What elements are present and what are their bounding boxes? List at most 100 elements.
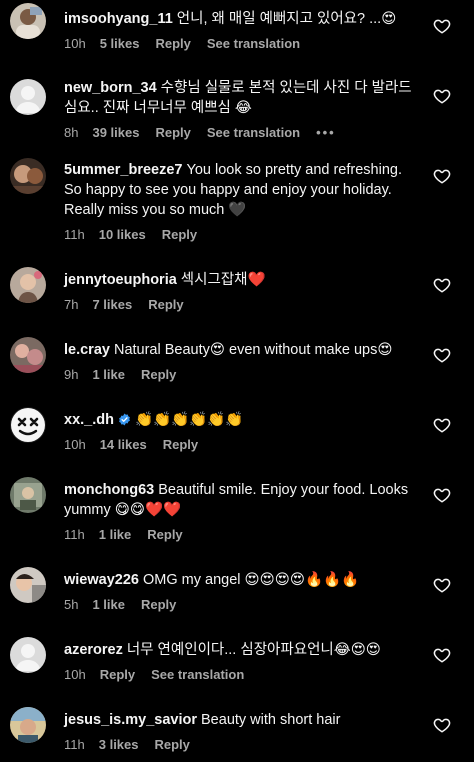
comment-emoji: 😂😍😍 [333,642,381,658]
reply-button[interactable]: Reply [163,437,198,452]
comment-username[interactable]: 5ummer_breeze7 [64,162,183,178]
comment-text: azerorez 너무 연예인이다... 심장아파요언니😂😍😍 [64,640,414,660]
likes-count[interactable]: 1 like [99,527,132,542]
comment-text: new_born_34 수향님 실물로 본적 있는데 사진 다 발라드 심요.. … [64,78,414,118]
comment-username[interactable]: imsoohyang_11 [64,11,173,27]
comment-time: 10h [64,36,86,51]
likes-count[interactable]: 1 like [92,597,125,612]
see-translation-button[interactable]: See translation [151,667,244,682]
comment-emoji: 👏👏👏👏👏👏 [134,412,244,428]
likes-count[interactable]: 5 likes [100,36,140,51]
comment-username[interactable]: azerorez [64,642,123,658]
comment-text: jesus_is.my_savior Beauty with short hair [64,710,414,730]
comment-meta: 5h 1 like Reply [64,597,414,612]
reply-button[interactable]: Reply [155,36,190,51]
comment-meta: 7h 7 likes Reply [64,297,414,312]
comment-meta: 10h 14 likes Reply [64,437,414,452]
comment-username[interactable]: jesus_is.my_savior [64,712,197,728]
comment-meta: 9h 1 like Reply [64,367,414,382]
likes-count[interactable]: 7 likes [92,297,132,312]
avatar[interactable] [10,337,46,373]
likes-count[interactable]: 3 likes [99,737,139,752]
reply-button[interactable]: Reply [148,297,183,312]
comment-time: 10h [64,667,86,682]
comment-text: monchong63 Beautiful smile. Enjoy your fo… [64,480,414,520]
like-heart-icon[interactable] [433,576,451,594]
comment-text: jennytoeuphoria 섹시그잡채❤️ [64,270,414,290]
reply-button[interactable]: Reply [141,597,176,612]
reply-button[interactable]: Reply [147,527,182,542]
see-translation-button[interactable]: See translation [207,36,300,51]
comment-username[interactable]: new_born_34 [64,80,157,96]
comment-time: 11h [64,227,85,242]
avatar[interactable] [10,477,46,513]
comment-body: 너무 연예인이다... 심장아파요언니 [126,642,334,658]
comment-username[interactable]: xx._.dh [64,412,114,428]
comment-body: OMG my angel [142,572,241,588]
see-translation-button[interactable]: See translation [207,125,300,140]
like-heart-icon[interactable] [433,276,451,294]
likes-count[interactable]: 10 likes [99,227,146,242]
like-heart-icon[interactable] [433,716,451,734]
like-heart-icon[interactable] [433,416,451,434]
like-heart-icon[interactable] [433,167,451,185]
comment-time: 7h [64,297,79,312]
likes-count[interactable]: 39 likes [92,125,139,140]
comment-time: 11h [64,527,85,542]
comment-username[interactable]: wieway226 [64,572,139,588]
comment-emoji: 😂 [234,100,252,116]
avatar[interactable] [10,79,46,115]
like-heart-icon[interactable] [433,17,451,35]
likes-count[interactable]: 1 like [92,367,125,382]
comment-time: 9h [64,367,79,382]
comment-body: Beauty with short hair [201,712,341,728]
reply-button[interactable]: Reply [155,737,190,752]
comment-time: 10h [64,437,86,452]
like-heart-icon[interactable] [433,346,451,364]
comment-meta: 8h 39 likes Reply See translation ••• [64,125,414,140]
comment-body: 언니, 왜 매일 예뻐지고 있어요? ... [176,11,382,27]
comment-username[interactable]: le.cray [64,342,110,358]
avatar[interactable] [10,637,46,673]
comment-emoji: ❤️ [247,272,266,288]
reply-button[interactable]: Reply [100,667,135,682]
verified-badge-icon [119,413,130,426]
comment-meta: 11h 10 likes Reply [64,227,414,242]
avatar[interactable] [10,3,46,39]
like-heart-icon[interactable] [433,646,451,664]
avatar[interactable] [10,267,46,303]
comment-time: 8h [64,125,79,140]
avatar[interactable] [10,158,46,194]
comment-list: imsoohyang_11 언니, 왜 매일 예뻐지고 있어요? ...😍 10h… [0,0,474,762]
more-options-icon[interactable]: ••• [316,125,336,140]
comment-text: le.cray Natural Beauty😍 even without make… [64,340,414,360]
reply-button[interactable]: Reply [141,367,176,382]
like-heart-icon[interactable] [433,486,451,504]
avatar[interactable] [10,567,46,603]
avatar[interactable] [10,407,46,443]
comment-username[interactable]: jennytoeuphoria [64,272,177,288]
comment-text: wieway226 OMG my angel 😍😍😍😍🔥🔥🔥 [64,570,414,590]
comment-text: 5ummer_breeze7 You look so pretty and ref… [64,160,414,220]
avatar[interactable] [10,707,46,743]
comment-username[interactable]: monchong63 [64,482,154,498]
like-heart-icon[interactable] [433,87,451,105]
comment-meta: 11h 1 like Reply [64,527,414,542]
likes-count[interactable]: 14 likes [100,437,147,452]
comment-text: imsoohyang_11 언니, 왜 매일 예뻐지고 있어요? ...😍 [64,9,414,29]
comment-body: Natural Beauty😍 even without make ups [113,342,378,358]
reply-button[interactable]: Reply [155,125,190,140]
reply-button[interactable]: Reply [162,227,197,242]
comment-meta: 11h 3 likes Reply [64,737,414,752]
comment-emoji: 😋😋❤️❤️ [114,502,182,518]
comment-meta: 10h 5 likes Reply See translation [64,36,414,51]
comment-text: xx._.dh 👏👏👏👏👏👏 [64,410,414,430]
comment-emoji: 😍😍😍😍🔥🔥🔥 [244,572,360,588]
comment-emoji: 😍 [381,11,397,27]
comment-meta: 10h Reply See translation [64,667,414,682]
comment-time: 11h [64,737,85,752]
comment-emoji: 😍 [377,342,393,358]
comment-emoji: 🖤 [228,202,247,218]
comment-time: 5h [64,597,79,612]
comment-body: 섹시그잡채 [180,272,248,288]
